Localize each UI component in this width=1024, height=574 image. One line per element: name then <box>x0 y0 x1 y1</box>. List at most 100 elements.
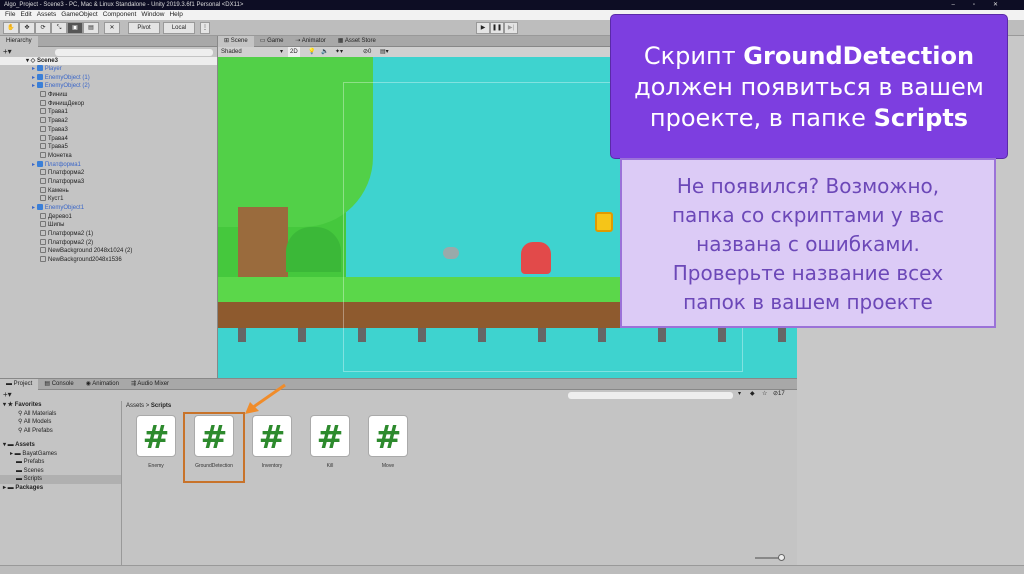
folder-scripts[interactable]: ▬ Scripts <box>0 475 121 484</box>
script-asset-kill[interactable]: # Kill <box>307 415 353 469</box>
2d-toggle[interactable]: 2D <box>288 47 300 57</box>
custom-tool-icon[interactable]: ✕ <box>104 22 120 34</box>
hierarchy-item-label: Платформа2 <box>48 170 85 177</box>
add-icon[interactable]: +▾ <box>3 47 12 56</box>
script-asset-move[interactable]: # Move <box>365 415 411 469</box>
hierarchy-item[interactable]: ▸ EnemyObject (1) <box>0 73 217 83</box>
tab-project[interactable]: ▬ Project <box>0 379 39 390</box>
hierarchy-item-label: Камень <box>48 187 69 194</box>
menu-help[interactable]: Help <box>169 11 182 18</box>
tab-scene[interactable]: ⊞ Scene <box>218 36 254 47</box>
rect-tool-icon[interactable]: ▣ <box>67 22 83 34</box>
maximize-button[interactable]: ▫ <box>973 2 993 8</box>
scene-root[interactable]: ▾ ◇ Scene3 <box>0 57 217 65</box>
hierarchy-item[interactable]: Платформа2 <box>0 169 217 178</box>
hierarchy-item-label: Трава5 <box>48 144 68 151</box>
hierarchy-item[interactable]: ▸ Платформа1 <box>0 160 217 170</box>
hierarchy-item[interactable]: Трава1 <box>0 108 217 117</box>
favorite-all-models[interactable]: ⚲ All Models <box>0 418 121 427</box>
zoom-slider[interactable] <box>755 554 785 561</box>
folder-bayatgames[interactable]: ▸ ▬ BayatGames <box>0 450 121 459</box>
rotate-tool-icon[interactable]: ⟳ <box>35 22 51 34</box>
effects-icon[interactable]: ✦▾ <box>335 47 343 57</box>
gameobject-icon <box>40 108 46 115</box>
expand-arrow-icon[interactable]: ▸ <box>32 83 37 89</box>
expand-arrow-icon[interactable]: ▸ <box>32 162 37 168</box>
audio-icon[interactable]: 🔈 <box>321 47 328 57</box>
scale-tool-icon[interactable]: ⤡ <box>51 22 67 34</box>
star-icon[interactable]: ☆ <box>762 390 767 397</box>
assets-folder[interactable]: ▾ ▬ Assets <box>0 441 121 450</box>
hierarchy-item[interactable]: Камень <box>0 186 217 196</box>
transform-tool-icon[interactable]: ▤ <box>83 22 99 34</box>
tab-animation[interactable]: ◉ Animation <box>80 379 125 390</box>
tab-game[interactable]: ▭ Game <box>254 36 290 47</box>
hierarchy-item[interactable]: Финиш <box>0 91 217 100</box>
expand-arrow-icon[interactable]: ▸ <box>32 75 37 81</box>
hierarchy-item[interactable]: Платформа2 (2) <box>0 238 217 248</box>
shading-dropdown[interactable]: Shaded <box>221 47 242 57</box>
hierarchy-item[interactable]: Платформа3 <box>0 177 217 187</box>
play-button[interactable]: ▶ <box>476 22 490 34</box>
pivot-button[interactable]: Pivot <box>128 22 160 34</box>
tab-hierarchy[interactable]: Hierarchy <box>0 36 38 47</box>
menu-assets[interactable]: Assets <box>37 11 57 18</box>
menu-window[interactable]: Window <box>141 11 164 18</box>
hand-tool-icon[interactable]: ✋ <box>3 22 19 34</box>
script-asset-enemy[interactable]: # Enemy <box>133 415 179 469</box>
hierarchy-item[interactable]: Трава3 <box>0 125 217 135</box>
project-search-input[interactable] <box>568 392 733 399</box>
hierarchy-item[interactable]: Куст1 <box>0 195 217 204</box>
hierarchy-item-label: Шипы <box>48 222 65 229</box>
hierarchy-item[interactable]: ▸ EnemyObject (2) <box>0 82 217 91</box>
tab-audio-mixer[interactable]: ⇶ Audio Mixer <box>125 379 175 390</box>
hierarchy-item[interactable]: ▸ Player <box>0 65 217 74</box>
hierarchy-item[interactable]: Дерево1 <box>0 212 217 222</box>
favorite-all-materials[interactable]: ⚲ All Materials <box>0 410 121 419</box>
gameobject-icon <box>40 230 46 237</box>
gameobject-icon <box>40 91 46 98</box>
close-button[interactable]: ✕ <box>993 2 1016 8</box>
filter-type-icon[interactable]: ▾ <box>738 390 741 397</box>
hierarchy-item[interactable]: ▸ EnemyObject1 <box>0 204 217 213</box>
expand-arrow-icon[interactable]: ▸ <box>32 66 37 72</box>
folder-prefabs[interactable]: ▬ Prefabs <box>0 458 121 467</box>
hierarchy-item[interactable]: ФинишДекор <box>0 99 217 109</box>
hierarchy-item[interactable]: Шипы <box>0 221 217 230</box>
menu-edit[interactable]: Edit <box>20 11 31 18</box>
lighting-icon[interactable]: 💡 <box>308 47 315 57</box>
folder-scenes[interactable]: ▬ Scenes <box>0 467 121 476</box>
packages-folder[interactable]: ▸ ▬ Packages <box>0 484 121 493</box>
gameobject-icon <box>40 238 46 245</box>
favorites-folder[interactable]: ▾ ★ Favorites <box>0 401 121 410</box>
tab-asset-store[interactable]: ▦ Asset Store <box>332 36 382 47</box>
script-asset-inventory[interactable]: # Inventory <box>249 415 295 469</box>
tab-animator[interactable]: ⇢ Animator <box>289 36 331 47</box>
hierarchy-item[interactable]: NewBackground 2048x1024 (2) <box>0 247 217 256</box>
breadcrumb-scripts[interactable]: Scripts <box>151 403 171 409</box>
filter-label-icon[interactable]: ◆ <box>750 390 755 397</box>
menu-file[interactable]: File <box>5 11 15 18</box>
move-tool-icon[interactable]: ✥ <box>19 22 35 34</box>
pause-button[interactable]: ❚❚ <box>490 22 504 34</box>
hierarchy-search-input[interactable] <box>55 49 213 56</box>
hierarchy-item[interactable]: Трава4 <box>0 134 217 144</box>
create-icon[interactable]: +▾ <box>3 390 12 399</box>
step-button[interactable]: ▶| <box>504 22 518 34</box>
hierarchy-item[interactable]: Платформа2 (1) <box>0 230 217 239</box>
menu-component[interactable]: Component <box>103 11 137 18</box>
gizmos-icon[interactable]: ▤▾ <box>380 47 389 57</box>
hierarchy-item[interactable]: Трава5 <box>0 143 217 152</box>
favorite-all-prefabs[interactable]: ⚲ All Prefabs <box>0 427 121 436</box>
hierarchy-item[interactable]: Монетка <box>0 151 217 161</box>
minimize-button[interactable]: – <box>951 2 972 8</box>
tab-console[interactable]: ▤ Console <box>38 379 79 390</box>
breadcrumb-assets[interactable]: Assets <box>126 403 144 409</box>
local-button[interactable]: Local <box>163 22 195 34</box>
hierarchy-item[interactable]: NewBackground2048x1536 <box>0 256 217 265</box>
menu-gameobject[interactable]: GameObject <box>61 11 98 18</box>
hidden-objects-icon[interactable]: ⊘0 <box>363 47 371 57</box>
hierarchy-item[interactable]: Трава2 <box>0 117 217 126</box>
expand-arrow-icon[interactable]: ▸ <box>32 205 37 211</box>
grid-snap-icon[interactable]: ⋮ <box>200 22 210 34</box>
